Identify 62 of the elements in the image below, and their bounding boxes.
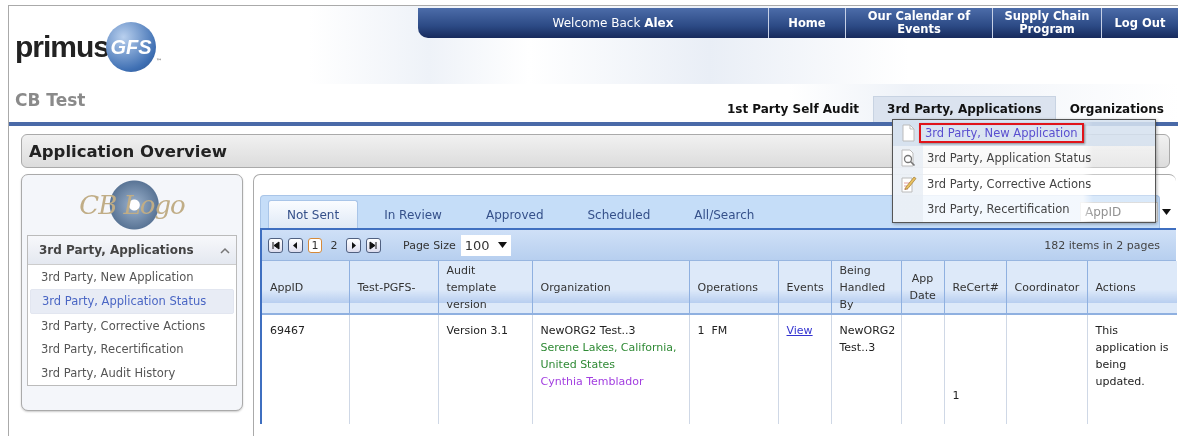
organization-location: Serene Lakes, California, United States bbox=[540, 340, 678, 373]
column-header[interactable]: ReCert# bbox=[944, 261, 1006, 314]
items-summary: 182 items in 2 pages bbox=[1044, 238, 1161, 252]
organization-contact: Cynthia Temblador bbox=[540, 374, 645, 390]
table-cell: This application is being updated. bbox=[1087, 314, 1177, 424]
page-title: CB Test bbox=[15, 90, 86, 110]
page-number[interactable]: 2 bbox=[327, 237, 341, 253]
sidebar-item[interactable]: 3rd Party, Audit History bbox=[30, 361, 234, 385]
sidebar-item[interactable]: 3rd Party, Application Status bbox=[30, 288, 234, 314]
menu-item[interactable]: 3rd Party, Recertification bbox=[923, 199, 1074, 220]
table-cell: 69467 bbox=[262, 314, 349, 424]
menu-item[interactable]: 3rd Party, New Application bbox=[919, 122, 1084, 143]
accordion-title: 3rd Party, Applications bbox=[39, 243, 194, 257]
pencil-icon bbox=[899, 174, 917, 193]
nav-link[interactable]: Home bbox=[768, 8, 845, 38]
page-number[interactable]: 1 bbox=[308, 237, 322, 253]
table-cell: 1 FM bbox=[689, 314, 778, 424]
previous-page-button[interactable] bbox=[288, 237, 303, 253]
menu-item[interactable]: 3rd Party, Application Status bbox=[923, 148, 1096, 169]
column-header[interactable]: Operations bbox=[689, 261, 778, 314]
dropdown-arrow-icon bbox=[497, 242, 507, 248]
sidebar-item[interactable]: 3rd Party, Corrective Actions bbox=[30, 314, 234, 338]
table-cell: NewORG2 Test..3 bbox=[831, 314, 901, 424]
sidebar-item[interactable]: 3rd Party, New Application bbox=[30, 265, 234, 289]
nav-link[interactable]: Our Calendar of Events bbox=[845, 8, 992, 38]
main-tab[interactable]: 3rd Party, Applications bbox=[873, 96, 1056, 122]
dropdown-arrow-icon bbox=[1162, 209, 1171, 215]
main-tab[interactable]: Organizations bbox=[1055, 96, 1178, 122]
page-size-label: Page Size bbox=[403, 238, 456, 252]
last-page-button[interactable] bbox=[366, 237, 381, 253]
column-header[interactable]: App Date bbox=[901, 261, 944, 314]
welcome-text: Welcome Back Alex bbox=[551, 16, 674, 30]
next-page-button[interactable] bbox=[346, 237, 361, 253]
grid-tab[interactable]: Not Sent bbox=[268, 200, 359, 228]
first-page-icon bbox=[270, 239, 281, 251]
first-page-button[interactable] bbox=[268, 237, 283, 253]
last-page-icon bbox=[368, 239, 379, 251]
page-icon bbox=[899, 123, 917, 142]
column-header[interactable]: Audit template version bbox=[438, 261, 532, 314]
column-header[interactable]: Test-PGFS- bbox=[349, 261, 438, 314]
column-header[interactable]: Coordinator bbox=[1006, 261, 1087, 314]
table-cell: 1 bbox=[944, 314, 1006, 424]
grid-tab[interactable]: Approved bbox=[467, 201, 562, 228]
accordion-header[interactable]: 3rd Party, Applications bbox=[28, 236, 236, 265]
organization-name: NewORG2 Test..3 bbox=[540, 323, 637, 339]
grid-tab[interactable]: In Review bbox=[366, 201, 460, 228]
nav-link[interactable]: Supply Chain Program bbox=[992, 8, 1101, 38]
column-header[interactable]: Actions bbox=[1087, 261, 1177, 314]
column-header[interactable]: Being Handled By bbox=[831, 261, 901, 314]
column-header[interactable]: Events bbox=[778, 261, 831, 314]
view-link[interactable]: View bbox=[786, 324, 813, 337]
sidebar-item[interactable]: 3rd Party, Recertification bbox=[30, 337, 234, 361]
nav-link[interactable]: Log Out bbox=[1101, 8, 1178, 38]
menu-item[interactable]: 3rd Party, Corrective Actions bbox=[923, 173, 1096, 194]
grid-tab[interactable]: All/Search bbox=[676, 201, 773, 228]
table-cell: Version 3.1 bbox=[438, 314, 532, 424]
grid-tab[interactable]: Scheduled bbox=[569, 201, 669, 228]
page-size-select[interactable]: 100 bbox=[460, 234, 511, 256]
column-header[interactable]: Organization bbox=[532, 261, 689, 314]
column-header[interactable]: AppID bbox=[262, 261, 349, 314]
magnifier-icon bbox=[899, 149, 917, 168]
main-tab[interactable]: 1st Party Self Audit bbox=[712, 96, 874, 122]
